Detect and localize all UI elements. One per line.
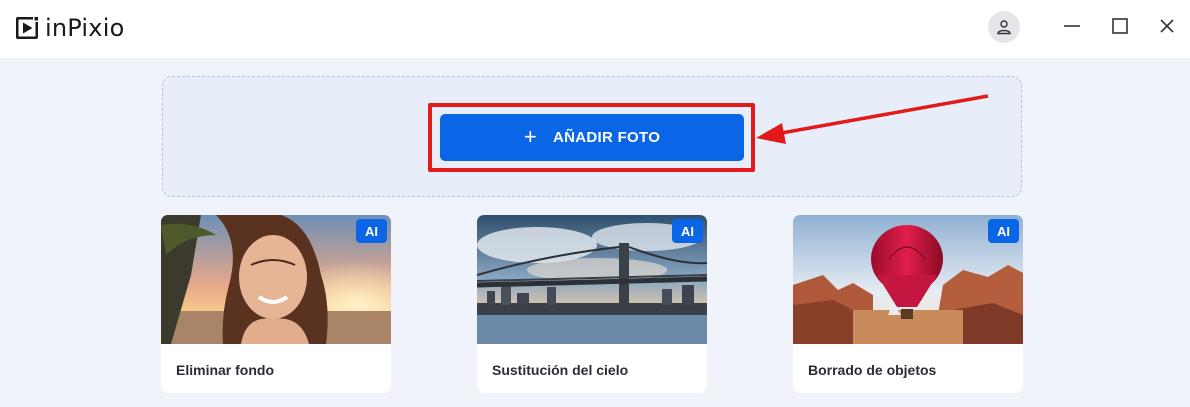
ai-badge: AI xyxy=(988,219,1019,243)
maximize-button[interactable] xyxy=(1108,14,1132,38)
tool-card-sky-replacement[interactable]: AI Sustitución del cielo xyxy=(477,215,707,393)
app-name: inPixio xyxy=(45,14,125,42)
maximize-icon xyxy=(1112,18,1128,34)
card-label: Sustitución del cielo xyxy=(492,362,629,378)
minimize-button[interactable] xyxy=(1060,14,1084,38)
tool-card-object-removal[interactable]: AI Borrado de objetos xyxy=(793,215,1023,393)
card-label: Eliminar fondo xyxy=(176,362,274,378)
ai-badge: AI xyxy=(672,219,703,243)
close-icon xyxy=(1160,19,1174,33)
annotation-arrow-icon xyxy=(756,94,989,144)
card-label: Borrado de objetos xyxy=(808,362,937,378)
add-photo-label: AÑADIR FOTO xyxy=(552,129,661,146)
tool-card-remove-background[interactable]: AI Eliminar fondo xyxy=(161,215,391,393)
ai-badge: AI xyxy=(356,219,387,243)
title-bar: inPixio xyxy=(0,0,1190,58)
minimize-icon xyxy=(1064,25,1080,27)
close-button[interactable] xyxy=(1155,14,1179,38)
user-icon xyxy=(997,20,1011,35)
add-photo-button[interactable]: + AÑADIR FOTO xyxy=(440,114,744,161)
plus-icon: + xyxy=(523,123,537,149)
app-logo: inPixio xyxy=(15,14,124,42)
user-account-button[interactable] xyxy=(988,11,1020,43)
inpixio-logo-icon xyxy=(16,17,38,39)
